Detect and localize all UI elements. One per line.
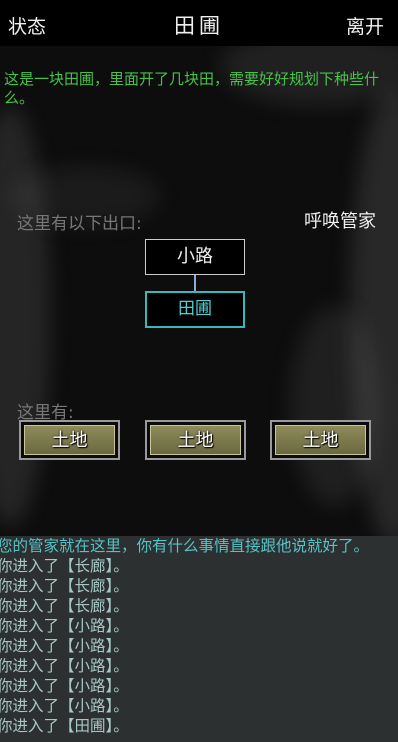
- log-line: 你进入了【小路】。: [0, 657, 129, 675]
- map-connector: [194, 275, 196, 291]
- log-line: 你进入了【长廊】。: [0, 597, 129, 615]
- room-title: 田圃: [174, 14, 224, 38]
- room-description: 这是一块田圃，里面开了几块田，需要好好规划下种些什么。: [4, 70, 380, 107]
- log-line: 你进入了【小路】。: [0, 617, 129, 635]
- log-line: 你进入了【小路】。: [0, 637, 129, 655]
- log-line: 你进入了【小路】。: [0, 697, 129, 715]
- land-button-label: 土地: [24, 425, 115, 455]
- mist-decoration: [290, 306, 380, 506]
- land-button[interactable]: 土地: [270, 420, 371, 460]
- log-line: 你进入了【田圃】。: [0, 717, 129, 735]
- exits-label: 这里有以下出口:: [17, 214, 142, 234]
- log-line: 你进入了【小路】。: [0, 677, 129, 695]
- mist-decoration: [0, 106, 50, 526]
- log-line: 你进入了【长廊】。: [0, 577, 129, 595]
- message-log[interactable]: 您的管家就在这里，你有什么事情直接跟他说就好了。 你进入了【长廊】。 你进入了【…: [0, 536, 398, 742]
- scene-panel: 这是一块田圃，里面开了几块田，需要好好规划下种些什么。 这里有以下出口: 呼唤管…: [0, 46, 398, 536]
- land-button[interactable]: 土地: [145, 420, 246, 460]
- land-button[interactable]: 土地: [19, 420, 120, 460]
- exit-path-button[interactable]: 小路: [145, 239, 245, 275]
- summon-steward-button[interactable]: 呼唤管家: [304, 207, 376, 233]
- top-bar: 状态 田圃 离开: [0, 0, 398, 46]
- land-button-label: 土地: [275, 425, 366, 455]
- land-button-label: 土地: [150, 425, 241, 455]
- current-room-node: 田圃: [145, 291, 245, 328]
- log-line: 你进入了【长廊】。: [0, 557, 129, 575]
- leave-button[interactable]: 离开: [346, 12, 384, 39]
- log-line: 您的管家就在这里，你有什么事情直接跟他说就好了。: [0, 537, 370, 555]
